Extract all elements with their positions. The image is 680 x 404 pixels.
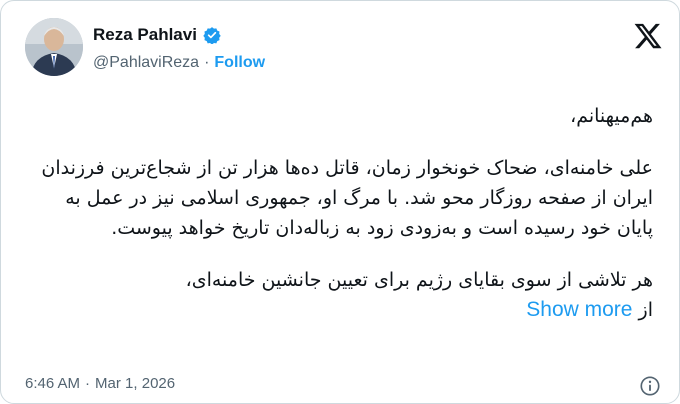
handle-separator: · [204, 54, 210, 71]
tweet-paragraph-1: علی خامنه‌ای، ضحاک خونخوار زمان، قاتل ده… [41, 157, 653, 239]
handle-row: @PahlaviReza · Follow [93, 54, 265, 72]
tweet-date[interactable]: Mar 1, 2026 [95, 375, 175, 392]
tweet-paragraph-2-text: هر تلاشی از سوی بقایای رژیم برای تعیین ج… [185, 269, 653, 291]
author-name-row[interactable]: Reza Pahlavi [93, 25, 221, 45]
author-name[interactable]: Reza Pahlavi [93, 25, 197, 45]
avatar-portrait-icon [25, 18, 83, 76]
tweet-paragraph-2: هر تلاشی از سوی بقایای رژیم برای تعیین ج… [25, 265, 653, 325]
tweet-paragraph-2-tail-line: از Show more [25, 295, 653, 325]
timestamp-separator: · [85, 375, 91, 392]
tweet-timestamp[interactable]: 6:46 AM · Mar 1, 2026 [25, 375, 175, 392]
tweet-time[interactable]: 6:46 AM [25, 375, 80, 392]
follow-button[interactable]: Follow [214, 54, 265, 72]
tweet-text: هم‌میهنانم، علی خامنه‌ای، ضحاک خونخوار ز… [25, 101, 653, 325]
tweet-greeting: هم‌میهنانم، [570, 105, 653, 127]
show-more-link[interactable]: Show more [526, 298, 632, 321]
verified-badge-icon [203, 27, 221, 44]
author-handle[interactable]: @PahlaviReza [93, 54, 199, 72]
avatar[interactable] [25, 18, 83, 76]
info-icon[interactable] [639, 375, 661, 397]
tweet-paragraph-2-tail: از [638, 299, 653, 321]
tweet-card: Reza Pahlavi @PahlaviReza · Follow هم‌می… [0, 0, 680, 404]
x-logo-icon[interactable] [633, 21, 663, 51]
